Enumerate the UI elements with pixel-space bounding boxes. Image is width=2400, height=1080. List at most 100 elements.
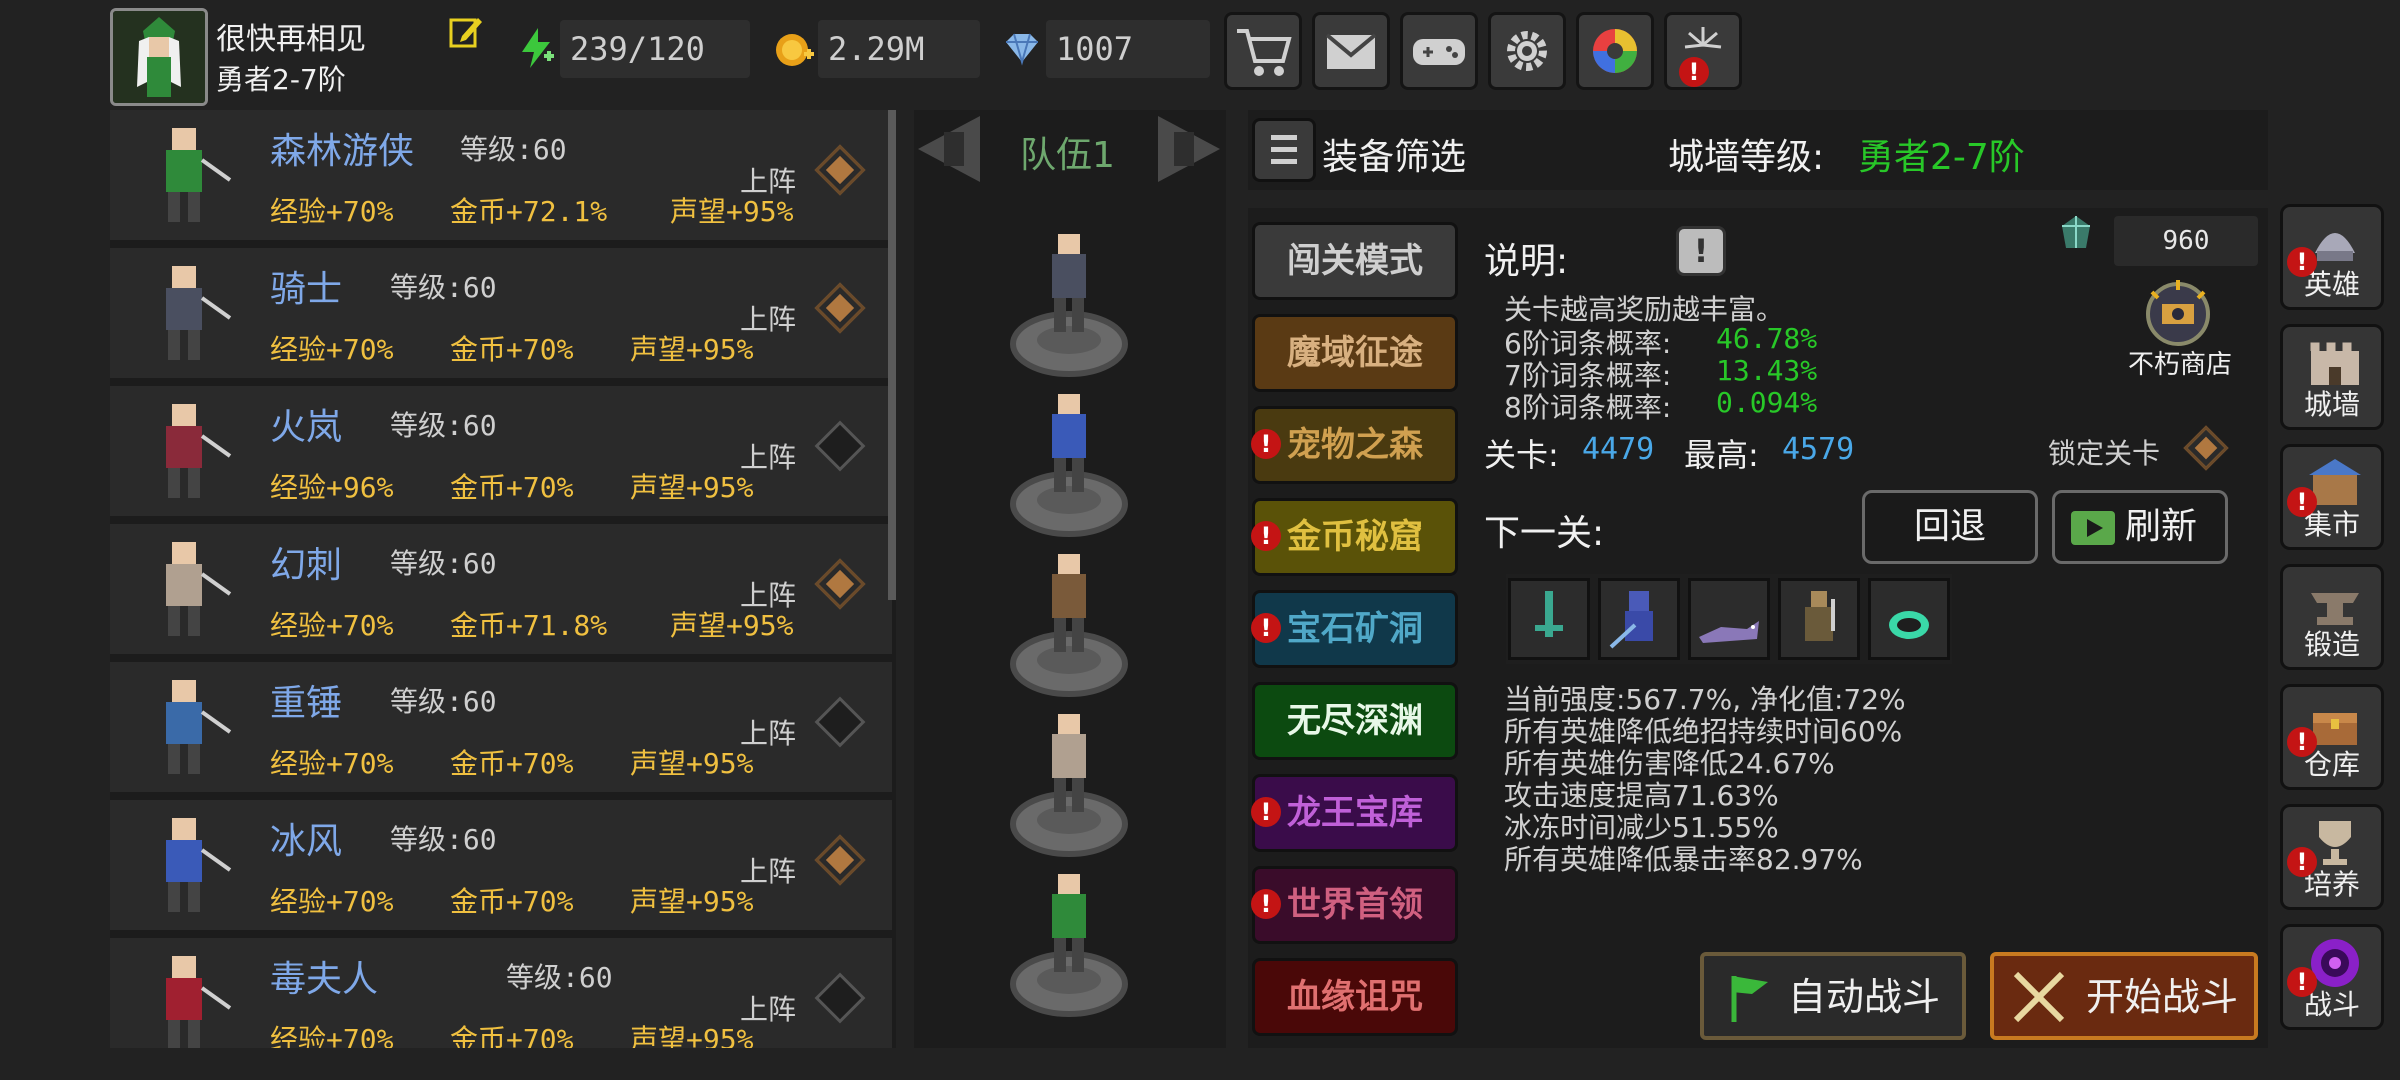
hero-row[interactable]: 幻刺 等级:60 经验+70% 金币+71.8% 声望+95% 上阵 (110, 524, 892, 654)
sidebar-button[interactable]: 英雄! (2280, 204, 2384, 310)
player-avatar[interactable] (110, 8, 208, 106)
auto-battle-button[interactable]: 自动战斗 (1700, 952, 1966, 1040)
hero-list[interactable]: 森林游侠 等级:60 经验+70% 金币+72.1% 声望+95% 上阵 骑士 等级:60 经验… (110, 110, 896, 1048)
hero-gold-bonus: 金币+70% (450, 333, 574, 366)
team-hero-icon (1010, 714, 1128, 857)
team-slot[interactable] (1010, 700, 1128, 860)
hero-level: 等级:60 (506, 961, 613, 994)
gold-coin-icon (776, 34, 814, 66)
immortal-shop-icon[interactable] (2132, 274, 2224, 348)
deploy-toggle[interactable] (814, 282, 866, 334)
deploy-toggle[interactable] (814, 144, 866, 196)
mode-label: 无尽深渊 (1287, 701, 1423, 741)
deploy-toggle[interactable] (814, 834, 866, 886)
hero-level: 等级:60 (390, 547, 497, 580)
immortal-shop-label[interactable]: 不朽商店 (2128, 344, 2232, 381)
team-slot[interactable] (1010, 220, 1128, 380)
shop-button[interactable] (1224, 12, 1302, 90)
mode-label: 宠物之森 (1287, 425, 1423, 465)
mode-button[interactable]: 血缘诅咒 (1252, 958, 1458, 1036)
shard-count: 960 (2114, 216, 2258, 266)
team-slot[interactable] (1010, 380, 1128, 540)
hero-name: 幻刺 (270, 545, 343, 586)
enemy-slot[interactable] (1598, 578, 1680, 660)
description-label: 说明: (1484, 241, 1569, 282)
info-button[interactable]: ! (1676, 226, 1726, 276)
team-slot[interactable] (1010, 540, 1128, 700)
hero-figure-icon (166, 266, 232, 360)
sidebar-button[interactable]: 仓库! (2280, 684, 2384, 790)
team-label: 队伍1 (1020, 135, 1115, 176)
sidebar-button[interactable]: 集市! (2280, 444, 2384, 550)
sidebar-button[interactable]: 锻造 (2280, 564, 2384, 670)
enemy-slot[interactable] (1868, 578, 1950, 660)
hero-row[interactable]: 火岚 等级:60 经验+96% 金币+70% 声望+95% 上阵 (110, 386, 892, 516)
hero-row[interactable]: 骑士 等级:60 经验+70% 金币+70% 声望+95% 上阵 (110, 248, 892, 378)
hero-row[interactable]: 毒夫人 等级:60 经验+70% 金币+70% 声望+95% 上阵 (110, 938, 892, 1048)
settings-button[interactable] (1488, 12, 1566, 90)
mode-button[interactable]: 世界首领! (1251, 866, 1458, 944)
mode-button[interactable]: 宠物之森! (1251, 406, 1458, 484)
alert-badge: ! (1251, 521, 1281, 551)
mode-button[interactable]: 龙王宝库! (1251, 774, 1458, 852)
deploy-toggle[interactable] (814, 420, 866, 472)
hero-row[interactable]: 重锤 等级:60 经验+70% 金币+70% 声望+95% 上阵 (110, 662, 892, 792)
mode-button[interactable]: 金币秘窟! (1251, 498, 1458, 576)
deploy-toggle[interactable] (814, 696, 866, 748)
alert-badge: ! (1251, 613, 1281, 643)
team-prev-arrow-icon[interactable] (914, 112, 984, 186)
next-stage-label: 下一关: (1484, 513, 1605, 554)
deploy-toggle[interactable] (814, 558, 866, 610)
diamond-value: 1007 (1046, 20, 1210, 78)
deploy-toggle[interactable] (814, 972, 866, 1024)
exclamation-icon: ! (1693, 232, 1709, 270)
start-battle-label: 开始战斗 (2086, 975, 2239, 1019)
refresh-button[interactable]: 刷新 (2052, 490, 2228, 564)
flag-icon (1731, 976, 1768, 1022)
mail-button[interactable] (1312, 12, 1390, 90)
hero-level: 等级:60 (390, 271, 497, 304)
rate-value: 46.78% (1716, 322, 1818, 355)
hero-gold-bonus: 金币+70% (450, 1023, 574, 1048)
start-battle-button[interactable]: 开始战斗 (1990, 952, 2258, 1040)
deploy-label: 上阵 (740, 441, 797, 474)
warrior-enemy-icon (1805, 591, 1835, 641)
hero-sprite (130, 396, 240, 508)
enemy-slot[interactable] (1778, 578, 1860, 660)
deploy-label: 上阵 (740, 165, 797, 198)
hero-figure-icon (166, 404, 232, 498)
hero-portrait-icon (113, 11, 205, 103)
enemy-slot[interactable] (1688, 578, 1770, 660)
hero-row[interactable]: 森林游侠 等级:60 经验+70% 金币+72.1% 声望+95% 上阵 (110, 110, 892, 240)
mode-button[interactable]: 无尽深渊 (1252, 682, 1458, 760)
video-ad-icon (2071, 511, 2115, 545)
hero-figure-icon (166, 542, 232, 636)
auto-battle-label: 自动战斗 (1788, 975, 1941, 1019)
hero-list-scrollbar[interactable] (888, 110, 896, 600)
deploy-label: 上阵 (740, 993, 797, 1026)
team-next-arrow-icon[interactable] (1154, 112, 1224, 186)
mode-button[interactable]: 宝石矿洞! (1251, 590, 1458, 668)
hero-name: 骑士 (270, 269, 343, 310)
sidebar-button[interactable]: 城墙 (2280, 324, 2384, 430)
event-button[interactable]: ! (1664, 12, 1742, 90)
filter-menu-button[interactable] (1252, 118, 1316, 182)
hero-sprite (130, 120, 240, 232)
cart-icon (1237, 29, 1292, 76)
hero-level: 等级:60 (460, 133, 567, 166)
gamepad-button[interactable] (1400, 12, 1478, 90)
sidebar-button[interactable]: 战斗! (2280, 924, 2384, 1030)
back-button[interactable]: 回退 (1862, 490, 2038, 564)
edit-name-icon[interactable] (448, 14, 484, 50)
gold-value: 2.29M (818, 20, 980, 78)
hero-row[interactable]: 冰风 等级:60 经验+70% 金币+70% 声望+95% 上阵 (110, 800, 892, 930)
hero-exp-bonus: 经验+70% (270, 609, 394, 642)
hero-fame-bonus: 声望+95% (630, 333, 754, 366)
mode-button[interactable]: 魔域征途 (1252, 314, 1458, 392)
equipment-filter-label[interactable]: 装备筛选 (1322, 128, 1466, 180)
sidebar-button[interactable]: 培养! (2280, 804, 2384, 910)
enemy-slot[interactable] (1508, 578, 1590, 660)
mode-button[interactable]: 闯关模式 (1252, 222, 1458, 300)
color-button[interactable] (1576, 12, 1654, 90)
team-slot[interactable] (1010, 860, 1128, 1020)
